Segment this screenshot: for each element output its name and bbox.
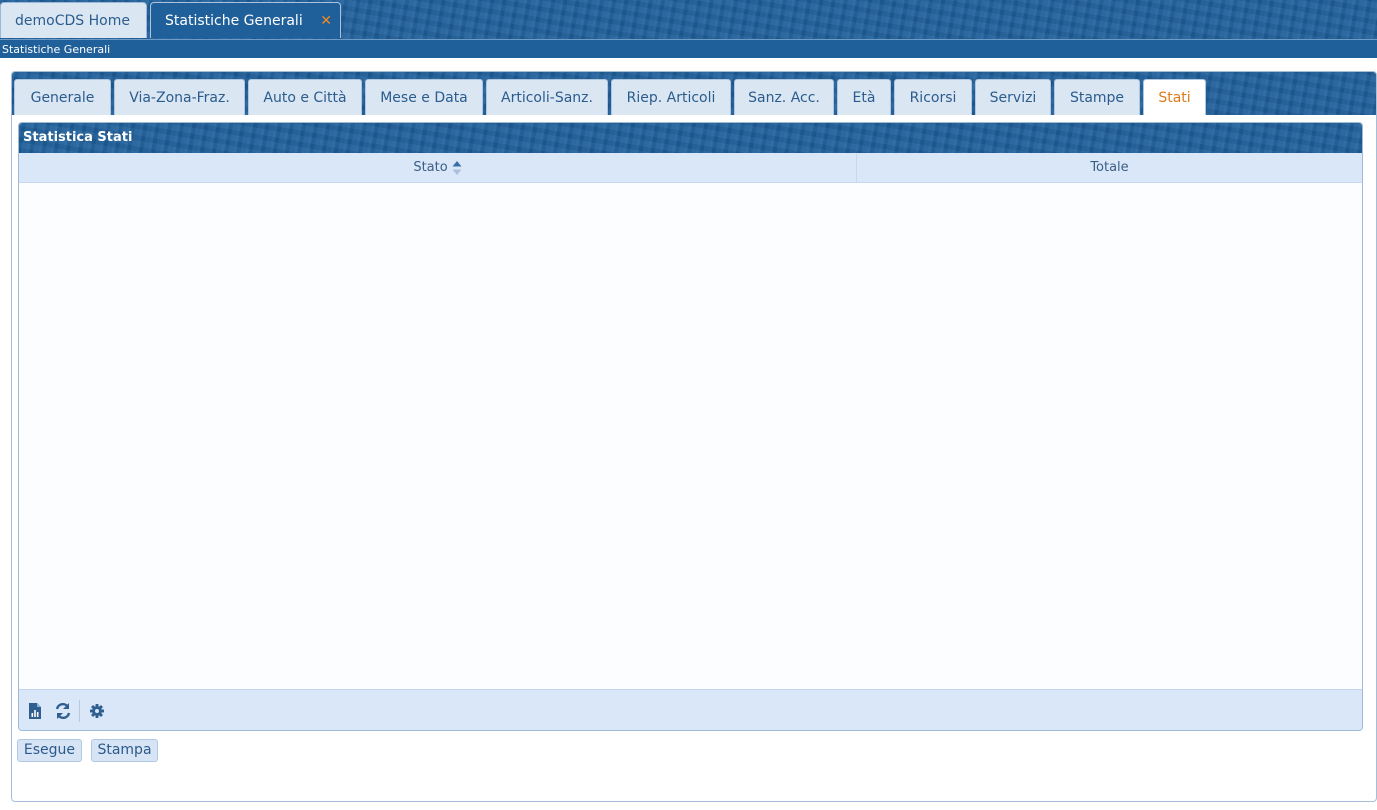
- statistics-container: Generale Via-Zona-Fraz. Auto e Città Mes…: [11, 71, 1377, 802]
- settings-icon[interactable]: [88, 702, 106, 720]
- tab-auto-e-citta[interactable]: Auto e Città: [248, 79, 362, 115]
- tab-articoli-sanz[interactable]: Articoli-Sanz.: [486, 79, 608, 115]
- export-excel-icon[interactable]: [26, 702, 44, 720]
- column-header-stato[interactable]: Stato: [19, 153, 857, 182]
- column-header-stato-label: Stato: [413, 160, 448, 175]
- tab-servizi[interactable]: Servizi: [975, 79, 1051, 115]
- breadcrumb: Statistiche Generali: [0, 39, 1377, 58]
- column-header-row: Stato Totale: [19, 153, 1362, 183]
- tab-democds-home[interactable]: demoCDS Home: [0, 2, 147, 38]
- tab-riep-articoli[interactable]: Riep. Articoli: [611, 79, 731, 115]
- refresh-icon[interactable]: [54, 702, 72, 720]
- tab-stati[interactable]: Stati: [1143, 79, 1206, 115]
- sort-ascending-icon[interactable]: [452, 160, 462, 175]
- statistics-tab-bar: Generale Via-Zona-Fraz. Auto e Città Mes…: [12, 72, 1376, 115]
- tab-mese-e-data[interactable]: Mese e Data: [365, 79, 483, 115]
- tab-stampe[interactable]: Stampe: [1054, 79, 1140, 115]
- tab-statistiche-generali-label: Statistiche Generali: [165, 13, 303, 29]
- column-header-totale[interactable]: Totale: [857, 153, 1362, 182]
- close-icon[interactable]: ✕: [320, 3, 332, 39]
- grid-body[interactable]: [19, 183, 1362, 689]
- stampa-button[interactable]: Stampa: [91, 739, 158, 762]
- grid-toolbar: [19, 689, 1362, 730]
- tab-democds-home-label: demoCDS Home: [15, 13, 130, 29]
- tab-ricorsi[interactable]: Ricorsi: [894, 79, 972, 115]
- column-header-totale-label: Totale: [1090, 160, 1129, 175]
- tab-via-zona-fraz[interactable]: Via-Zona-Fraz.: [114, 79, 245, 115]
- esegue-button[interactable]: Esegue: [17, 739, 82, 762]
- tab-statistiche-generali[interactable]: Statistiche Generali ✕: [150, 2, 341, 38]
- tab-sanz-acc[interactable]: Sanz. Acc.: [734, 79, 834, 115]
- tab-eta[interactable]: Età: [837, 79, 891, 115]
- tab-generale[interactable]: Generale: [14, 79, 111, 115]
- top-tab-bar: demoCDS Home Statistiche Generali ✕: [0, 0, 1377, 39]
- toolbar-divider: [79, 700, 80, 722]
- statistica-stati-panel: Statistica Stati Stato Totale: [18, 122, 1363, 731]
- panel-title: Statistica Stati: [19, 123, 1362, 153]
